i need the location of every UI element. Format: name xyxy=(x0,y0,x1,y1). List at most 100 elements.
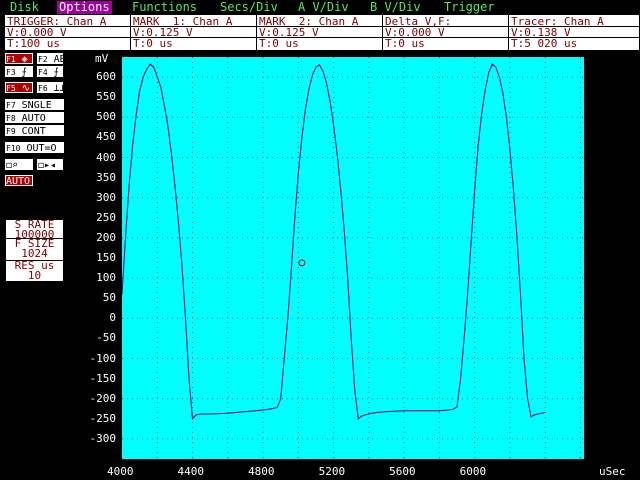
y-tick-label: -100 xyxy=(89,351,117,365)
waveform-point xyxy=(523,358,525,359)
waveform-point xyxy=(174,185,176,187)
waveform-point xyxy=(271,408,273,410)
info-t: T:100 us xyxy=(7,37,60,50)
menu-trigger[interactable]: Trigger xyxy=(442,1,497,14)
function-key-number: F4 xyxy=(38,68,48,77)
function-key-label: SNGLE xyxy=(15,100,52,111)
menu-secs-div[interactable]: Secs/Div xyxy=(218,1,280,14)
waveform-point xyxy=(227,412,229,414)
function-key-number: F10 xyxy=(6,144,21,153)
waveform-point xyxy=(474,189,476,191)
waveform-point xyxy=(149,63,151,65)
waveform-point xyxy=(188,378,190,380)
tracer-marker[interactable] xyxy=(298,259,306,267)
waveform-point xyxy=(311,74,313,76)
function-key-extra-10[interactable]: ◻⌕ xyxy=(5,159,33,171)
function-key-extra-12[interactable]: AUTO xyxy=(5,175,33,187)
waveform-point xyxy=(368,413,370,415)
y-tick-label: 250 xyxy=(96,210,116,224)
waveform-point xyxy=(280,398,282,400)
waveform-point xyxy=(498,76,500,78)
waveform-point xyxy=(209,413,211,415)
waveform-point xyxy=(340,189,342,191)
waveform-point xyxy=(132,144,134,146)
waveform-point xyxy=(336,152,338,154)
waveform-point xyxy=(516,237,518,239)
function-key-f8[interactable]: F8 AUTO xyxy=(5,112,64,124)
menu-b-v-div[interactable]: B V/Div xyxy=(368,1,423,14)
function-key-f7[interactable]: F7 SNGLE xyxy=(5,99,64,111)
waveform-point xyxy=(530,416,532,418)
waveform-point xyxy=(509,148,511,150)
waveform-chart[interactable] xyxy=(121,57,584,459)
waveform-point xyxy=(200,413,202,415)
waveform-point xyxy=(146,68,148,70)
info-panel: TRIGGER: Chan A V:0.000 V T:100 us MARK 1: … xyxy=(5,15,639,50)
waveform-point xyxy=(357,418,359,420)
plot-area[interactable] xyxy=(121,57,584,459)
waveform-point xyxy=(167,124,169,126)
waveform-point xyxy=(364,414,366,416)
info-panel-5: Tracer: Chan A V:0.138 V T:5 020 us xyxy=(509,15,639,50)
function-key-f1[interactable]: F1 ◈ xyxy=(5,53,33,65)
function-key-f9[interactable]: F9 CONT xyxy=(5,125,64,137)
function-key-label: AB xyxy=(47,54,66,65)
function-key-f10[interactable]: F10 OUT=O xyxy=(5,142,64,154)
menu-options[interactable]: Options xyxy=(57,1,112,14)
waveform-point xyxy=(153,66,155,68)
waveform-point xyxy=(541,412,543,414)
waveform-point xyxy=(177,221,179,223)
waveform-point xyxy=(315,66,317,68)
function-key-f2[interactable]: F2 AB xyxy=(37,53,66,65)
waveform-point xyxy=(333,124,335,126)
waveform-point xyxy=(290,269,292,271)
x-tick-label: 6000 xyxy=(459,465,487,478)
info-panel-3: MARK 2: Chan A V:0.125 V T:0 us xyxy=(257,15,383,50)
status-res: RES us 10 xyxy=(5,260,64,282)
menu-functions[interactable]: Functions xyxy=(130,1,199,14)
waveform-point xyxy=(326,82,328,84)
info-t: T:0 us xyxy=(133,37,173,50)
y-tick-label: -200 xyxy=(89,391,117,405)
x-tick-label: 4400 xyxy=(177,465,205,478)
waveform-point xyxy=(537,413,539,415)
info-panel-1: TRIGGER: Chan A V:0.000 V T:100 us xyxy=(5,15,131,50)
waveform-point xyxy=(135,114,137,116)
waveform-point xyxy=(184,317,186,319)
function-key-f3[interactable]: F3 ⨍ xyxy=(5,66,33,78)
fsize-value: 1024 xyxy=(21,247,48,260)
y-tick-label: 550 xyxy=(96,90,116,104)
menu-bar: Disk Options Functions Secs/Div A V/Div B V/D… xyxy=(0,0,640,15)
function-key-number: F2 xyxy=(38,55,48,64)
waveform-point xyxy=(125,237,127,239)
waveform-point xyxy=(361,415,363,417)
waveform-point xyxy=(128,185,130,187)
waveform-point xyxy=(477,144,479,146)
info-panel-2: MARK 1: Chan A V:0.125 V T:0 us xyxy=(131,15,257,50)
waveform-point xyxy=(438,410,440,412)
function-key-number: F9 xyxy=(6,127,16,136)
x-unit-label: uSec xyxy=(599,465,626,478)
function-key-f5[interactable]: F5 ∿ xyxy=(5,82,33,94)
y-tick-label: 450 xyxy=(96,130,116,144)
function-key-number: F6 xyxy=(38,84,48,93)
waveform-point xyxy=(294,217,296,219)
y-tick-label: -50 xyxy=(96,331,116,345)
waveform-point xyxy=(505,116,507,118)
y-tick-label: 300 xyxy=(96,190,116,204)
function-key-label: ⨍ xyxy=(47,67,59,78)
waveform-point xyxy=(142,76,144,78)
waveform-point xyxy=(403,410,405,412)
waveform-point xyxy=(297,173,299,175)
waveform-point xyxy=(460,378,462,380)
menu-a-v-div[interactable]: A V/Div xyxy=(296,1,351,14)
waveform-point xyxy=(512,189,514,191)
y-tick-label: -150 xyxy=(89,371,117,385)
waveform-point xyxy=(308,88,310,90)
y-tick-label: 0 xyxy=(109,311,116,325)
y-tick-label: 150 xyxy=(96,251,116,264)
waveform-point xyxy=(467,293,469,295)
function-key-number: F3 xyxy=(6,68,16,77)
waveform-point xyxy=(301,136,303,138)
menu-disk[interactable]: Disk xyxy=(8,1,41,14)
